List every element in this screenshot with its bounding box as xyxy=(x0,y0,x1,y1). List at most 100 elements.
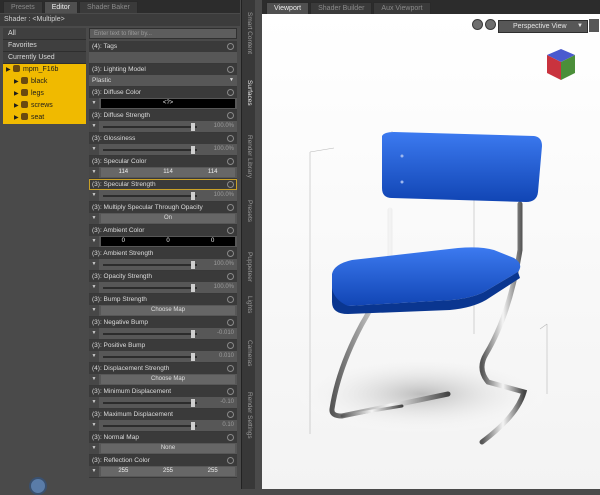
slider-thumb[interactable] xyxy=(191,123,196,131)
property-value-row[interactable]: ▼ -0.010 xyxy=(89,328,237,340)
expand-arrow-icon[interactable]: ▶ xyxy=(6,64,13,76)
filter-input[interactable]: Enter text to filter by... xyxy=(89,28,237,39)
property-value-row[interactable]: Plastic ▼ xyxy=(89,75,237,87)
tab-aux-viewport[interactable]: Aux Viewport xyxy=(373,2,431,14)
property-menu-icon[interactable]: ▼ xyxy=(89,282,99,293)
side-tab[interactable]: Render Library xyxy=(244,135,254,178)
property-options-icon[interactable] xyxy=(227,457,234,464)
color-values[interactable]: 255 255 255 xyxy=(101,467,235,476)
property-options-icon[interactable] xyxy=(227,342,234,349)
property-menu-icon[interactable]: ▼ xyxy=(89,305,99,316)
property-value-row[interactable]: ▼ 0 0 0 xyxy=(89,236,237,248)
property-options-icon[interactable] xyxy=(227,89,234,96)
value-slider[interactable] xyxy=(103,284,197,292)
color-channel-value[interactable]: 0 xyxy=(146,237,191,246)
tab-editor[interactable]: Editor xyxy=(43,1,79,13)
color-channel-value[interactable]: 114 xyxy=(101,168,146,177)
slider-thumb[interactable] xyxy=(191,330,196,338)
property-options-icon[interactable] xyxy=(227,319,234,326)
viewport-tool-icon[interactable] xyxy=(472,19,483,30)
expand-arrow-icon[interactable]: ▶ xyxy=(14,88,21,100)
expand-arrow-icon[interactable]: ▶ xyxy=(14,76,21,88)
tree-item[interactable]: ▶ screws xyxy=(3,100,86,112)
value-slider[interactable] xyxy=(103,261,197,269)
color-channel-value[interactable]: 255 xyxy=(146,467,191,476)
property-menu-icon[interactable]: ▼ xyxy=(89,259,99,270)
side-tab[interactable]: Smart Content xyxy=(244,12,254,54)
property-menu-icon[interactable]: ▼ xyxy=(89,213,99,224)
slider-thumb[interactable] xyxy=(191,146,196,154)
side-tab[interactable]: Surfaces xyxy=(244,80,254,106)
property-button[interactable]: Choose Map xyxy=(101,375,235,384)
property-menu-icon[interactable]: ▼ xyxy=(89,466,99,477)
property-button[interactable]: On xyxy=(101,214,235,223)
tree-item[interactable]: ▶ seat xyxy=(3,112,86,124)
property-options-icon[interactable] xyxy=(227,296,234,303)
slider-thumb[interactable] xyxy=(191,192,196,200)
property-menu-icon[interactable]: ▼ xyxy=(89,374,99,385)
tab-shader-builder[interactable]: Shader Builder xyxy=(310,2,373,14)
color-values[interactable]: 000 xyxy=(101,237,235,246)
value-slider[interactable] xyxy=(103,192,197,200)
property-menu-icon[interactable]: ▼ xyxy=(89,167,99,178)
color-channel-value[interactable]: 0 xyxy=(190,237,235,246)
property-menu-icon[interactable]: ▼ xyxy=(89,190,99,201)
color-values[interactable]: 114 114 114 xyxy=(101,168,235,177)
expand-arrow-icon[interactable]: ▶ xyxy=(14,112,21,124)
camera-dropdown[interactable]: Perspective View ▼ xyxy=(498,20,588,33)
property-value-row[interactable]: ▼ None xyxy=(89,443,237,455)
property-menu-icon[interactable]: ▼ xyxy=(89,397,99,408)
tree-item[interactable]: Favorites xyxy=(3,40,86,52)
viewport-canvas[interactable] xyxy=(262,14,600,489)
property-button[interactable]: None xyxy=(101,444,235,453)
property-options-icon[interactable] xyxy=(227,273,234,280)
property-value-row[interactable]: ▼ On xyxy=(89,213,237,225)
chevron-down-icon[interactable]: ▼ xyxy=(229,75,234,86)
property-options-icon[interactable] xyxy=(227,112,234,119)
value-slider[interactable] xyxy=(103,353,197,361)
color-channel-value[interactable]: 0 xyxy=(101,237,146,246)
property-menu-icon[interactable]: ▼ xyxy=(89,443,99,454)
tree-item[interactable]: ▶ mpm_F16b xyxy=(3,64,86,76)
value-slider[interactable] xyxy=(103,123,197,131)
value-slider[interactable] xyxy=(103,146,197,154)
property-menu-icon[interactable]: ▼ xyxy=(89,121,99,132)
property-options-icon[interactable] xyxy=(227,135,234,142)
property-button[interactable]: Choose Map xyxy=(101,306,235,315)
side-tab[interactable]: Render Settings xyxy=(244,392,254,439)
color-channel-value[interactable]: 114 xyxy=(146,168,191,177)
slider-thumb[interactable] xyxy=(191,399,196,407)
property-value-row[interactable]: ▼ 100.0% xyxy=(89,190,237,202)
property-options-icon[interactable] xyxy=(227,365,234,372)
draw-style-icon[interactable] xyxy=(485,19,496,30)
property-value-row[interactable]: ▼ 0.010 xyxy=(89,351,237,363)
tree-item[interactable]: All xyxy=(3,28,86,40)
property-menu-icon[interactable]: ▼ xyxy=(89,98,99,109)
property-options-icon[interactable] xyxy=(227,434,234,441)
property-value-row[interactable]: ▼ <?> xyxy=(89,98,237,110)
color-channel-value[interactable]: 255 xyxy=(101,467,146,476)
property-menu-icon[interactable]: ▼ xyxy=(89,144,99,155)
side-tab[interactable]: Cameras xyxy=(244,340,254,366)
property-options-icon[interactable] xyxy=(227,388,234,395)
property-options-icon[interactable] xyxy=(227,158,234,165)
property-menu-icon[interactable]: ▼ xyxy=(89,420,99,431)
tree-item[interactable]: Currently Used xyxy=(3,52,86,64)
side-tab[interactable]: Puppeteer xyxy=(244,252,254,282)
property-value-row[interactable] xyxy=(89,52,237,64)
property-value-row[interactable]: ▼ 100.0% xyxy=(89,259,237,271)
expand-arrow-icon[interactable]: ▶ xyxy=(14,100,21,112)
value-slider[interactable] xyxy=(103,330,197,338)
slider-thumb[interactable] xyxy=(191,422,196,430)
viewport-menu-icon[interactable] xyxy=(589,19,599,32)
tab-shader-baker[interactable]: Shader Baker xyxy=(79,1,138,13)
property-value-row[interactable]: ▼ 100.0% xyxy=(89,144,237,156)
property-value-row[interactable]: ▼ Choose Map xyxy=(89,374,237,386)
color-channel-value[interactable]: 255 xyxy=(190,467,235,476)
color-channel-value[interactable]: 114 xyxy=(190,168,235,177)
property-options-icon[interactable] xyxy=(227,43,234,50)
slider-thumb[interactable] xyxy=(191,261,196,269)
slider-thumb[interactable] xyxy=(191,284,196,292)
view-cube-icon[interactable] xyxy=(543,47,578,82)
tree-item[interactable]: ▶ legs xyxy=(3,88,86,100)
